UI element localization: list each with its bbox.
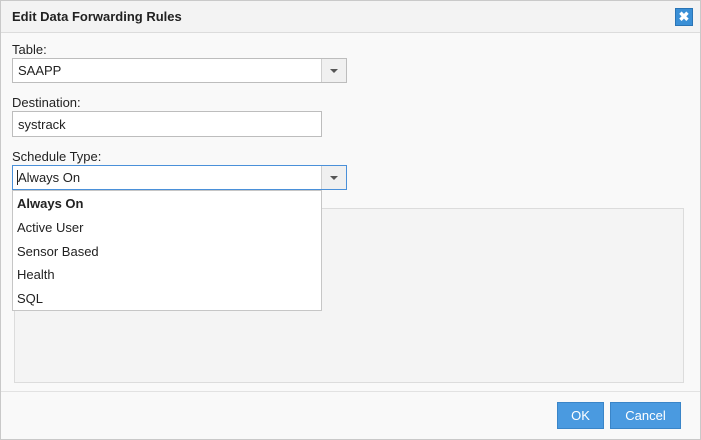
destination-field-value: systrack (18, 117, 66, 132)
destination-label: Destination: (12, 95, 81, 110)
table-label: Table: (12, 42, 47, 57)
dialog-titlebar: Edit Data Forwarding Rules ✖ (1, 1, 700, 33)
footer-divider (1, 391, 700, 392)
close-icon: ✖ (678, 9, 690, 24)
table-select[interactable]: SAAPP (12, 58, 347, 83)
dialog-title: Edit Data Forwarding Rules (12, 9, 182, 24)
table-select-trigger[interactable] (321, 59, 346, 82)
schedule-type-trigger[interactable] (321, 166, 346, 189)
schedule-type-select[interactable]: Always On (12, 165, 347, 190)
option-always-on[interactable]: Always On (17, 196, 83, 211)
schedule-type-value: Always On (18, 170, 81, 185)
text-cursor (17, 170, 18, 185)
edit-data-forwarding-dialog: Edit Data Forwarding Rules ✖ Table: SAAP… (0, 0, 701, 440)
schedule-type-dropdown: Always On Active User Sensor Based Healt… (12, 190, 322, 311)
chevron-down-icon (330, 176, 338, 180)
option-sql[interactable]: SQL (17, 291, 43, 306)
schedule-type-label: Schedule Type: (12, 149, 102, 164)
table-select-value: SAAPP (18, 63, 62, 78)
chevron-down-icon (330, 69, 338, 73)
ok-button[interactable]: OK (557, 402, 604, 429)
close-button[interactable]: ✖ (675, 8, 693, 26)
destination-field[interactable]: systrack (12, 111, 322, 137)
option-sensor-based[interactable]: Sensor Based (17, 244, 99, 259)
option-health[interactable]: Health (17, 267, 55, 282)
schedule-type-input[interactable]: Always On (13, 166, 322, 189)
option-active-user[interactable]: Active User (17, 220, 83, 235)
cancel-button[interactable]: Cancel (610, 402, 681, 429)
